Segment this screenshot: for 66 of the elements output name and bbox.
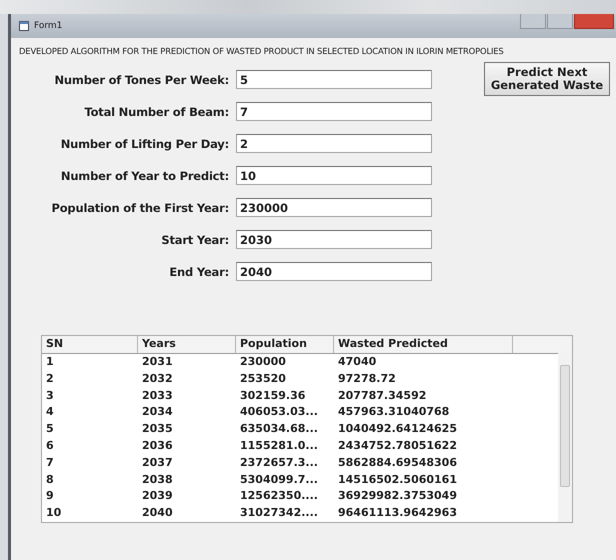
table-cell-text: 12562350.... <box>239 488 319 504</box>
maximize-button[interactable] <box>547 14 573 29</box>
table-cell-text: 5304099.7... <box>239 472 319 488</box>
field-label: End Year: <box>168 264 230 278</box>
table-cell-text: 2039 <box>141 488 174 504</box>
table-cell-text: 96461113.9642963 <box>337 505 458 522</box>
scrollbar[interactable] <box>558 353 572 522</box>
table-cell-text: 230000 <box>239 354 287 370</box>
table-cell-text: 2037 <box>141 454 174 471</box>
table-cell-text: 5862884.69548306 <box>337 454 458 471</box>
field-label: Population of the First Year: <box>50 200 230 214</box>
table-cell-text: 253520 <box>239 370 287 387</box>
field-label: Total Number of Beam: <box>83 104 230 118</box>
input-field[interactable]: 10 <box>236 166 432 185</box>
form-icon <box>19 21 29 31</box>
table-cell-text: 10 <box>45 505 62 522</box>
table-cell-text: 9 <box>45 488 55 504</box>
table-cell-text: 406053.03... <box>239 404 319 420</box>
table-cell-text: 8 <box>45 472 55 488</box>
table-cell-text: 1155281.0... <box>239 438 319 454</box>
table-cell-text: 47040 <box>337 354 378 370</box>
input-field[interactable]: 7 <box>236 102 432 121</box>
input-field[interactable]: 2040 <box>236 262 432 281</box>
table-cell-text: 2035 <box>141 421 174 438</box>
table-cell-text: 31027342.... <box>239 505 319 522</box>
table-cell-text: 3 <box>45 388 55 404</box>
minimize-button[interactable] <box>520 14 546 29</box>
table-cell-text: 1 <box>45 354 55 370</box>
form-heading: DEVELOPED ALGORITHM FOR THE PREDICTION OF WASTED PRODUCT IN SELECTED LOCATION IN ILORIN METROPOLIES <box>19 46 505 56</box>
table-cell-text: 14516502.5060161 <box>337 472 458 488</box>
field-label: Number of Lifting Per Day: <box>60 136 230 150</box>
table-cell-text: 2434752.78051622 <box>337 438 458 454</box>
predict-button[interactable]: Predict Next Generated Waste <box>484 62 610 96</box>
table-cell-text: 5 <box>45 421 55 438</box>
table-cell-text: 6 <box>45 438 55 454</box>
window-title: Form1 <box>34 21 62 31</box>
table-cell-text: 4 <box>45 404 55 420</box>
close-button[interactable] <box>574 14 614 29</box>
field-label: Start Year: <box>160 232 230 246</box>
table-cell-text: 2038 <box>141 472 174 488</box>
table-cell-text: 2033 <box>141 388 174 404</box>
input-field[interactable]: 2 <box>236 134 432 153</box>
table-cell-text: 207787.34592 <box>337 388 428 404</box>
table-cell-text: 635034.68... <box>239 421 319 438</box>
input-field[interactable]: 230000 <box>236 198 432 217</box>
table-cell-text: 36929982.3753049 <box>337 488 458 504</box>
field-label: Number of Year to Predict: <box>60 168 230 182</box>
table-cell-text: 2031 <box>141 354 174 370</box>
column-header[interactable]: Wasted Predicted <box>334 336 513 353</box>
field-label: Number of Tones Per Week: <box>54 72 230 86</box>
table-cell-text: 2036 <box>141 438 174 454</box>
table-cell-text: 97278.72 <box>337 370 397 387</box>
table-cell-text: 2 <box>45 370 55 387</box>
input-field[interactable]: 2030 <box>236 230 432 249</box>
table-cell-text: 302159.36 <box>239 388 306 404</box>
table-cell-text: 1040492.64124625 <box>337 421 458 438</box>
table-cell-text: 2034 <box>141 404 174 420</box>
table-cell-text: 2040 <box>141 505 174 522</box>
table-cell-text: 457963.31040768 <box>337 404 450 420</box>
table-cell-text: 2372657.3... <box>239 454 319 471</box>
table-cell-text: 7 <box>45 454 55 471</box>
column-header[interactable]: Population <box>236 336 334 353</box>
table-cell-text: 2032 <box>141 370 174 387</box>
column-header[interactable]: Years <box>138 336 236 353</box>
input-field[interactable]: 5 <box>236 70 432 89</box>
column-header[interactable]: SN <box>42 336 138 353</box>
